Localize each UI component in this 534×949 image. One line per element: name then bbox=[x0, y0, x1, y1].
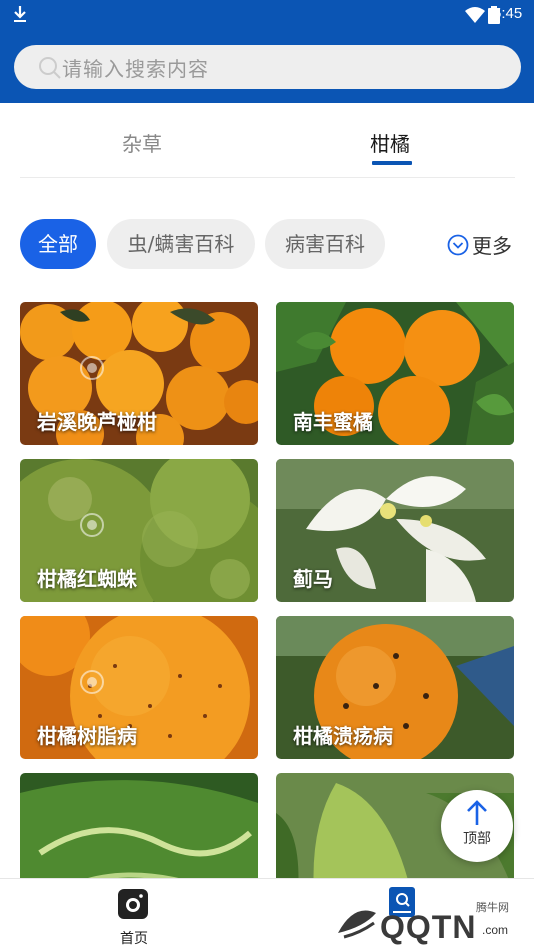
active-tab-indicator bbox=[372, 161, 412, 165]
tab-citrus[interactable]: 柑橘 bbox=[370, 128, 410, 157]
nav-item-home[interactable]: 首页 bbox=[104, 885, 164, 947]
card-citrus-red-mite[interactable]: 柑橘红蜘蛛 bbox=[20, 459, 258, 602]
category-tabs: 杂草 柑橘 bbox=[20, 104, 515, 178]
watermark-logo bbox=[80, 670, 104, 694]
back-to-top-button[interactable]: 顶部 bbox=[441, 790, 513, 862]
wifi-icon bbox=[465, 7, 485, 23]
download-icon bbox=[14, 6, 26, 22]
watermark-small: 腾牛网 bbox=[476, 901, 509, 914]
search-icon bbox=[39, 57, 61, 79]
watermark-suffix: .com bbox=[482, 923, 509, 937]
filter-chip-pests[interactable]: 虫/螨害百科 bbox=[107, 219, 255, 269]
filter-chip-diseases[interactable]: 病害百科 bbox=[265, 219, 385, 269]
watermark-logo-icon bbox=[338, 910, 376, 939]
tab-weeds[interactable]: 杂草 bbox=[122, 128, 162, 157]
camera-icon bbox=[118, 889, 148, 919]
card-nanfeng-tangerine[interactable]: 南丰蜜橘 bbox=[276, 302, 514, 445]
card-yanxi-ponkan[interactable]: 岩溪晚芦椪柑 bbox=[20, 302, 258, 445]
filter-chip-all[interactable]: 全部 bbox=[20, 219, 96, 269]
page: 5:45 请输入搜索内容 杂草 柑橘 全部 虫/螨害百科 病害百科 更多 岩溪晚… bbox=[0, 0, 534, 949]
status-bar: 5:45 bbox=[0, 0, 534, 30]
arrow-up-icon bbox=[467, 800, 487, 825]
search-placeholder: 请输入搜索内容 bbox=[62, 57, 209, 81]
nav-label-home: 首页 bbox=[120, 931, 148, 947]
watermark-logo bbox=[80, 513, 104, 537]
card-label: 柑橘红蜘蛛 bbox=[37, 567, 137, 591]
card-label: 蓟马 bbox=[293, 567, 333, 591]
card-label: 岩溪晚芦椪柑 bbox=[37, 410, 157, 434]
card-citrus-canker[interactable]: 柑橘溃疡病 bbox=[276, 616, 514, 759]
chevron-down-circle-icon bbox=[447, 234, 469, 256]
watermark-logo bbox=[80, 356, 104, 380]
card-label: 柑橘树脂病 bbox=[37, 724, 137, 748]
card-citrus-melanose[interactable]: 柑橘树脂病 bbox=[20, 616, 258, 759]
watermark-text: QQTN bbox=[380, 909, 477, 945]
back-to-top-label: 顶部 bbox=[463, 831, 491, 847]
more-label: 更多 bbox=[472, 234, 512, 258]
search-input[interactable]: 请输入搜索内容 bbox=[14, 45, 521, 89]
card-thrips[interactable]: 蓟马 bbox=[276, 459, 514, 602]
status-time: 5:45 bbox=[493, 5, 523, 22]
site-watermark: QQTN 腾牛网 .com bbox=[328, 893, 528, 945]
card-label: 南丰蜜橘 bbox=[293, 410, 373, 434]
card-label: 柑橘溃疡病 bbox=[293, 724, 393, 748]
app-header: 5:45 请输入搜索内容 bbox=[0, 0, 534, 103]
